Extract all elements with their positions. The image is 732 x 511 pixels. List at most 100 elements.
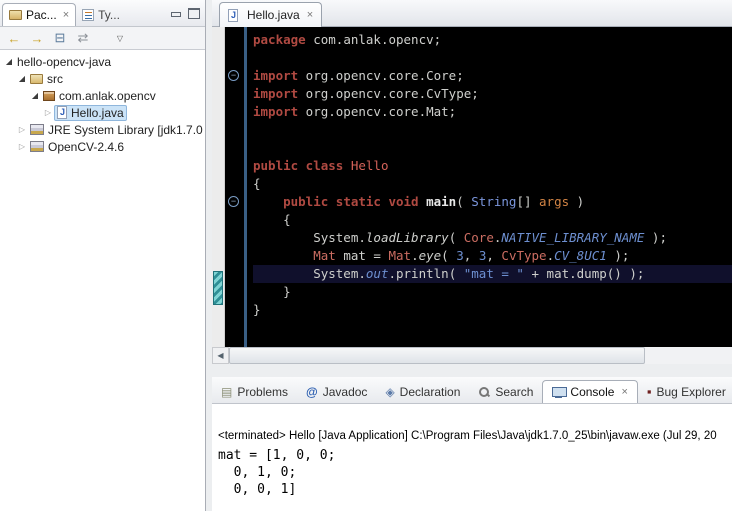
code-token: Hello — [351, 158, 389, 173]
code-token: { — [253, 176, 261, 191]
collapse-arrow-icon[interactable]: ◢ — [29, 91, 41, 100]
code-line-5[interactable]: import org.opencv.core.Mat; — [253, 103, 732, 121]
code-line-15[interactable]: } — [253, 283, 732, 301]
close-icon[interactable]: × — [307, 9, 313, 21]
code-token: CvType — [501, 248, 546, 263]
type-hierarchy-icon — [82, 9, 94, 21]
code-token: 3 — [456, 248, 464, 263]
tab-javadoc[interactable]: Javadoc — [297, 381, 376, 403]
console-status-line: <terminated> Hello [Java Application] C:… — [218, 430, 732, 442]
editor-tab-hello-java[interactable]: Hello.java × — [219, 2, 322, 27]
minimize-icon[interactable] — [169, 7, 182, 18]
editor-tab-label: Hello.java — [247, 8, 300, 22]
code-line-16[interactable]: } — [253, 301, 732, 319]
code-line-9[interactable]: { — [253, 175, 732, 193]
code-token: NATIVE_LIBRARY_NAME — [501, 230, 644, 245]
code-line-1[interactable]: package com.anlak.opencv; — [253, 31, 732, 49]
code-line-11[interactable]: { — [253, 211, 732, 229]
code-token: args — [539, 194, 569, 209]
code-token: () ); — [607, 266, 645, 281]
expand-arrow-icon[interactable]: ▷ — [16, 125, 28, 134]
code-token: main — [426, 194, 456, 209]
code-token: ( — [449, 266, 464, 281]
code-token: ); — [607, 248, 630, 263]
fold-collapse-icon[interactable]: − — [228, 70, 239, 81]
code-line-10[interactable]: public static void main( String[] args ) — [253, 193, 732, 211]
maximize-icon[interactable] — [187, 7, 200, 18]
collapse-all-icon[interactable] — [51, 30, 69, 46]
code-line-14[interactable]: System.out.println( "mat = " + mat.dump(… — [253, 265, 732, 283]
left-view-tabbar: Pac...×Ty... — [0, 0, 205, 27]
code-token: CV_8UC1 — [554, 248, 607, 263]
code-line-12[interactable]: System.loadLibrary( Core.NATIVE_LIBRARY_… — [253, 229, 732, 247]
code-line-3[interactable]: import org.opencv.core.Core; — [253, 67, 732, 85]
scrollbar-thumb[interactable] — [229, 347, 645, 364]
tree-item-hello-opencv-java[interactable]: ◢hello-opencv-java — [0, 53, 205, 70]
link-with-editor-icon[interactable] — [74, 30, 92, 46]
back-icon[interactable] — [5, 30, 23, 46]
tab-declaration[interactable]: Declaration — [376, 381, 469, 403]
code-token — [253, 248, 313, 263]
code-area[interactable]: package com.anlak.opencv; import org.ope… — [247, 27, 732, 347]
tree-item-src[interactable]: ◢src — [0, 70, 205, 87]
tree-item-opencv-2-4-6[interactable]: ▷OpenCV-2.4.6 — [0, 138, 205, 155]
fold-collapse-icon[interactable]: − — [228, 196, 239, 207]
code-token: mat = — [336, 248, 389, 263]
collapse-arrow-icon[interactable]: ◢ — [3, 57, 15, 66]
search-icon — [478, 386, 490, 398]
library-icon — [30, 141, 44, 152]
tab-bug-explorer[interactable]: Bug Explorer — [638, 380, 732, 403]
code-line-13[interactable]: Mat mat = Mat.eye( 3, 3, CvType.CV_8UC1 … — [253, 247, 732, 265]
tree-item-jre-system-library-jdk1-7-0[interactable]: ▷JRE System Library [jdk1.7.0 — [0, 121, 205, 138]
expand-arrow-icon[interactable]: ▷ — [16, 142, 28, 151]
close-icon[interactable]: × — [63, 9, 69, 21]
code-line-2[interactable] — [253, 49, 732, 67]
annotation-ruler[interactable] — [212, 27, 225, 347]
code-token: import — [253, 86, 298, 101]
scroll-left-icon[interactable]: ◀ — [212, 347, 229, 364]
forward-icon[interactable] — [28, 30, 46, 46]
code-token: System. — [253, 266, 366, 281]
tree-item-com-anlak-opencv[interactable]: ◢com.anlak.opencv — [0, 87, 205, 104]
view-menu-icon[interactable] — [111, 30, 129, 46]
package-explorer-view: Pac...×Ty... ◢hello-opencv-java◢src◢com.… — [0, 0, 206, 511]
console-output-line: 0, 1, 0; — [218, 464, 732, 481]
code-token: dump — [577, 266, 607, 281]
code-token: eye — [419, 248, 442, 263]
code-token: { — [253, 212, 291, 227]
editor-tabbar: Hello.java × — [212, 0, 732, 27]
code-line-6[interactable] — [253, 121, 732, 139]
tab-problems[interactable]: Problems — [212, 381, 297, 403]
console-icon — [552, 387, 565, 398]
code-token: println — [396, 266, 449, 281]
code-line-8[interactable]: public class Hello — [253, 157, 732, 175]
code-token: import — [253, 104, 298, 119]
collapse-arrow-icon[interactable]: ◢ — [16, 74, 28, 83]
tab-console[interactable]: Console× — [542, 380, 637, 403]
code-line-4[interactable]: import org.opencv.core.CvType; — [253, 85, 732, 103]
code-token: org.opencv.core.Mat; — [298, 104, 456, 119]
code-token: Mat — [313, 248, 336, 263]
package-icon — [43, 91, 55, 101]
close-icon[interactable]: × — [621, 386, 627, 398]
view-tab-ty[interactable]: Ty... — [76, 4, 126, 26]
code-token: import — [253, 68, 298, 83]
code-token: loadLibrary — [366, 230, 449, 245]
problems-icon — [221, 385, 232, 399]
tree-item-hello-java[interactable]: ▷Hello.java — [0, 104, 205, 121]
range-annotation — [213, 271, 223, 305]
horizontal-scrollbar[interactable]: ◀ — [212, 347, 732, 364]
console-view[interactable]: <terminated> Hello [Java Application] C:… — [212, 404, 732, 511]
expand-arrow-icon[interactable]: ▷ — [42, 108, 54, 117]
view-tab-pac[interactable]: Pac...× — [2, 3, 76, 26]
code-line-7[interactable] — [253, 139, 732, 157]
bug-icon — [647, 384, 652, 399]
fold-ruler[interactable]: −− — [225, 27, 244, 347]
console-output: mat = [1, 0, 0; 0, 1, 0; 0, 0, 1] — [218, 447, 732, 498]
java-file-icon — [228, 9, 238, 22]
left-toolbar — [0, 27, 205, 50]
console-output-line: mat = [1, 0, 0; — [218, 447, 732, 464]
tab-search[interactable]: Search — [469, 381, 542, 403]
code-token: ( — [456, 194, 471, 209]
code-token: package — [253, 32, 306, 47]
